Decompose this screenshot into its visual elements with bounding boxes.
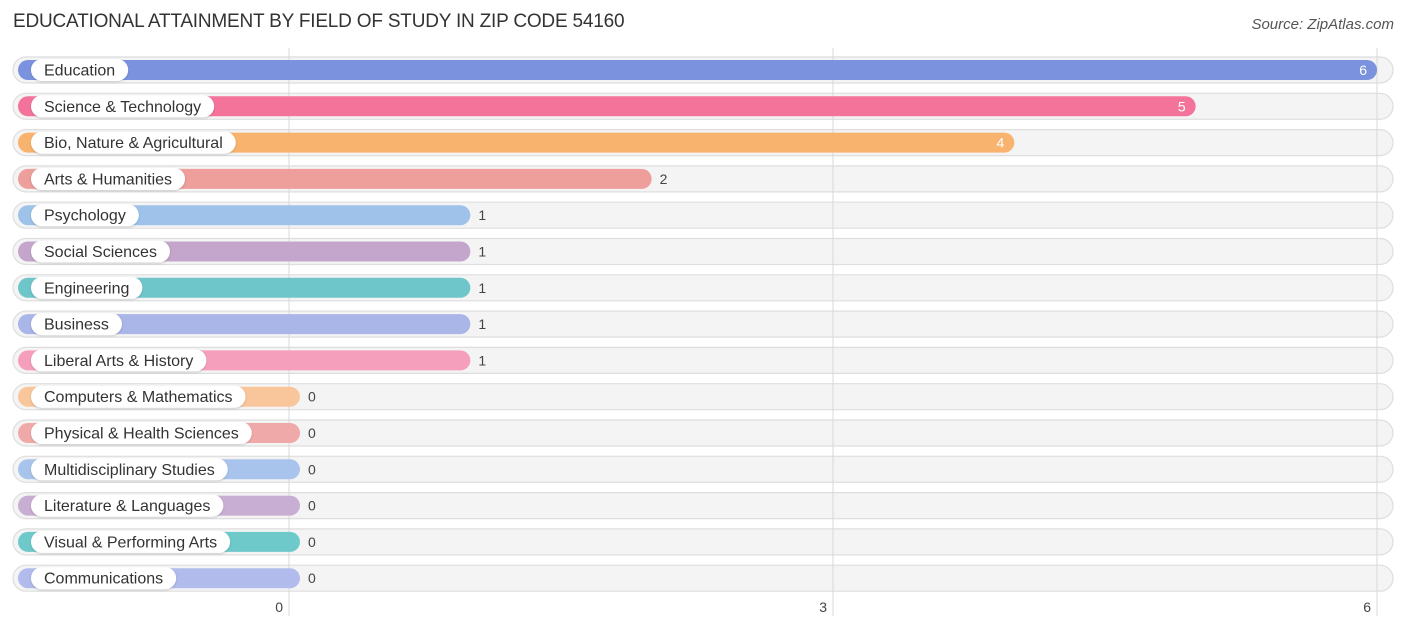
category-label: Visual & Performing Arts	[44, 534, 217, 551]
category-label: Computers & Mathematics	[44, 389, 233, 406]
value-label: 1	[478, 244, 486, 260]
value-label: 5	[1178, 98, 1186, 114]
bar-group: Science & Technology 5	[18, 95, 1196, 118]
bar-group: Multidisciplinary Studies 0	[18, 458, 316, 481]
bar-group: Business 1	[18, 313, 486, 336]
value-label: 1	[478, 207, 486, 223]
bar-group: Visual & Performing Arts 0	[18, 530, 316, 553]
value-label: 0	[308, 570, 316, 586]
bar-group: Bio, Nature & Agricultural 4	[18, 131, 1015, 154]
category-label: Education	[44, 63, 115, 80]
value-label: 1	[478, 352, 486, 368]
category-label: Liberal Arts & History	[44, 353, 193, 370]
x-tick-label: 0	[275, 599, 283, 615]
bar-group: Physical & Health Sciences 0	[18, 422, 316, 444]
bar-group: Education 6	[18, 59, 1377, 81]
bar-group: Arts & Humanities 2	[18, 167, 668, 190]
category-label: Multidisciplinary Studies	[44, 462, 215, 479]
bar-group: Social Sciences 1	[18, 240, 486, 263]
value-label: 0	[308, 461, 316, 477]
bar-group: Computers & Mathematics 0	[18, 385, 316, 408]
value-label: 2	[660, 171, 668, 187]
value-label: 0	[308, 498, 316, 514]
value-label: 1	[478, 280, 486, 296]
x-tick-label: 3	[819, 599, 827, 615]
value-label: 6	[1359, 62, 1367, 78]
x-tick-label: 6	[1363, 599, 1371, 615]
category-label: Social Sciences	[44, 244, 157, 261]
value-label: 1	[478, 316, 486, 332]
bar-chart: Education 6 Science & Technology 5 Bio, Natu…	[12, 48, 1394, 616]
value-label: 0	[308, 425, 316, 441]
category-label: Psychology	[44, 208, 126, 225]
bar	[18, 60, 1377, 80]
category-label: Bio, Nature & Agricultural	[44, 135, 223, 152]
category-label: Physical & Health Sciences	[44, 426, 239, 443]
bar-group: Communications 0	[18, 567, 316, 590]
value-label: 0	[308, 534, 316, 550]
value-label: 4	[997, 135, 1005, 151]
category-label: Literature & Languages	[44, 498, 210, 515]
value-label: 0	[308, 389, 316, 405]
bar-group: Engineering 1	[18, 276, 486, 299]
bar-group: Psychology 1	[18, 204, 486, 227]
bar-group: Liberal Arts & History 1	[18, 349, 486, 372]
bar-group: Literature & Languages 0	[18, 494, 316, 517]
category-label: Science & Technology	[44, 99, 201, 116]
category-label: Engineering	[44, 280, 129, 297]
category-label: Business	[44, 317, 109, 334]
category-label: Communications	[44, 571, 163, 588]
category-label: Arts & Humanities	[44, 171, 172, 188]
